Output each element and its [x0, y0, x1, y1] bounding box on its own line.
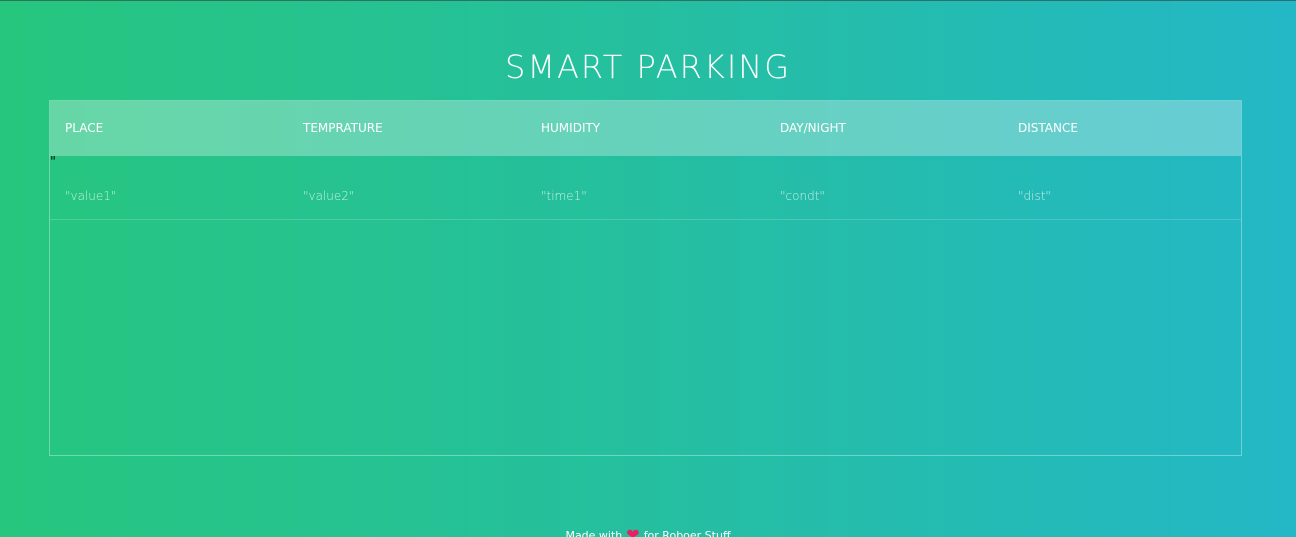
cell-temperature: "value2" — [303, 189, 355, 203]
data-table: PLACE TEMPRATURE HUMIDITY DAY/NIGHT DIST… — [49, 100, 1242, 456]
stray-quote-text: " — [50, 155, 56, 170]
cell-place: "value1" — [65, 189, 117, 203]
footer: Made with ❤ for Roboer Stuff — [0, 525, 1296, 537]
header-day-night: DAY/NIGHT — [780, 121, 846, 135]
cell-distance: "dist" — [1018, 189, 1051, 203]
heart-icon: ❤ — [626, 525, 640, 537]
top-divider — [0, 0, 1296, 1]
cell-day-night: "condt" — [780, 189, 825, 203]
table-row: "value1" "value2" "time1" "condt" "dist" — [50, 179, 1241, 220]
table-header: PLACE TEMPRATURE HUMIDITY DAY/NIGHT DIST… — [50, 101, 1241, 156]
footer-prefix: Made with — [565, 529, 623, 537]
header-temperature: TEMPRATURE — [303, 121, 383, 135]
header-humidity: HUMIDITY — [541, 121, 601, 135]
header-distance: DISTANCE — [1018, 121, 1078, 135]
footer-suffix: for Roboer Stuff — [643, 529, 731, 537]
header-place: PLACE — [65, 121, 104, 135]
cell-humidity: "time1" — [541, 189, 587, 203]
page-title: SMART PARKING — [505, 48, 791, 86]
